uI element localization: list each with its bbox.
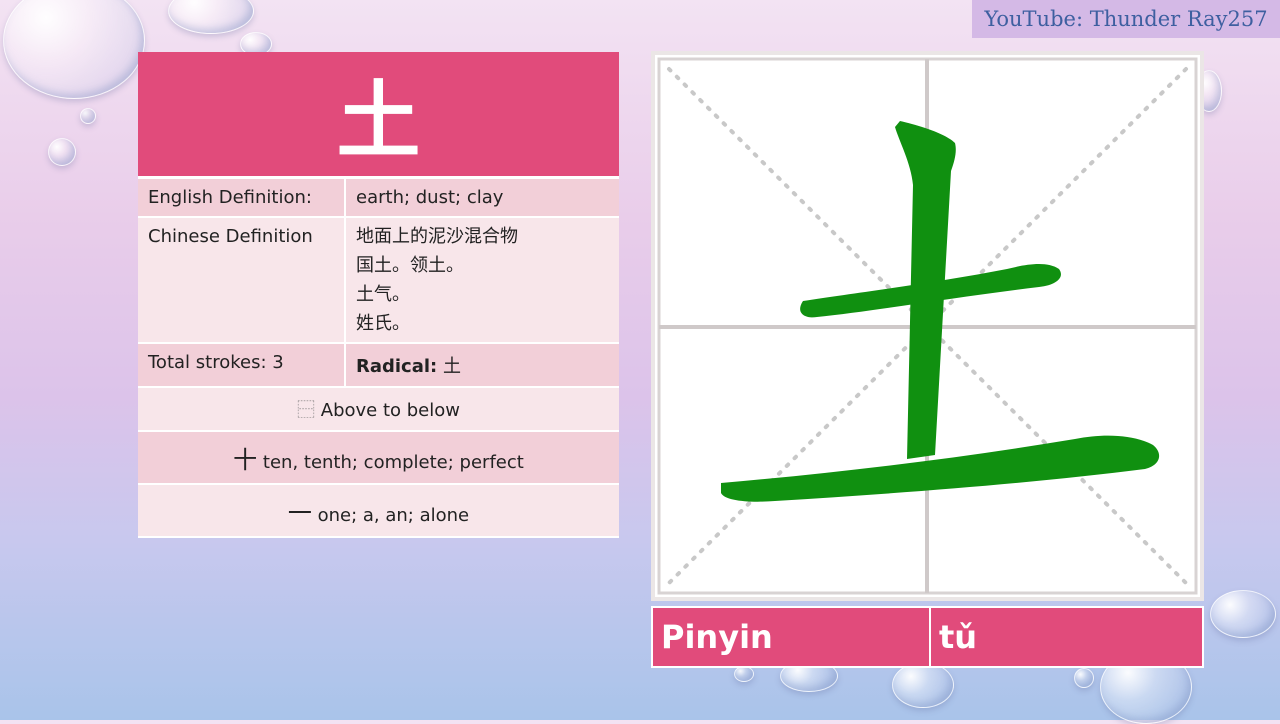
component-meaning: one; a, an; alone: [317, 505, 470, 526]
radical: Radical: 土: [346, 344, 619, 386]
bubble-decoration: [80, 108, 96, 124]
english-definition-value: earth; dust; clay: [356, 187, 504, 208]
component-cell: 十 ten, tenth; complete; perfect: [138, 432, 619, 483]
chinese-definition-line: 国土。领土。: [356, 255, 464, 276]
component-character: 一: [287, 499, 312, 527]
component-row: 一 one; a, an; alone: [138, 485, 619, 538]
structure-row: ⿱ Above to below: [138, 388, 619, 432]
channel-watermark: YouTube: Thunder Ray257: [972, 0, 1280, 38]
stroke-order-box: [651, 51, 1204, 601]
bubble-decoration: [892, 662, 954, 708]
component-character: 十: [233, 446, 258, 474]
english-definition-label: English Definition:: [138, 179, 346, 216]
pinyin-value: tǔ: [939, 618, 978, 656]
definition-panel: 土 English Definition: earth; dust; clay …: [138, 52, 619, 538]
structure-text: Above to below: [320, 400, 460, 421]
pinyin-label: Pinyin: [653, 608, 931, 666]
radical-label: Radical:: [356, 356, 438, 377]
bubble-decoration: [1210, 590, 1276, 638]
total-strokes: Total strokes: 3: [138, 344, 346, 386]
english-definition-row: English Definition: earth; dust; clay: [138, 179, 619, 218]
chinese-definition-line: 地面上的泥沙混合物: [356, 226, 518, 247]
component-cell: 一 one; a, an; alone: [138, 485, 619, 536]
radical-value: 土: [442, 356, 461, 377]
component-row: 十 ten, tenth; complete; perfect: [138, 432, 619, 485]
bubble-decoration: [168, 0, 254, 34]
structure-cell: ⿱ Above to below: [138, 388, 619, 430]
bubble-decoration: [48, 138, 76, 166]
character-header: 土: [138, 52, 619, 179]
character-stroke: [721, 435, 1160, 502]
character-drawing: [657, 57, 1198, 595]
chinese-definition-row: Chinese Definition 地面上的泥沙混合物 国土。领土。 土气。 …: [138, 218, 619, 344]
bubble-decoration: [1074, 668, 1094, 688]
component-meaning: ten, tenth; complete; perfect: [262, 452, 524, 473]
chinese-definition-label: Chinese Definition: [138, 218, 346, 342]
bubble-decoration: [734, 666, 754, 682]
strokes-radical-row: Total strokes: 3 Radical: 土: [138, 344, 619, 388]
structure-icon: ⿱: [297, 400, 316, 421]
bubble-decoration: [3, 0, 145, 99]
chinese-definition-value: 地面上的泥沙混合物 国土。领土。 土气。 姓氏。: [346, 218, 619, 342]
pinyin-bar: Pinyin tǔ: [651, 606, 1204, 668]
chinese-definition-line: 土气。: [356, 284, 410, 305]
chinese-definition-line: 姓氏。: [356, 313, 410, 334]
